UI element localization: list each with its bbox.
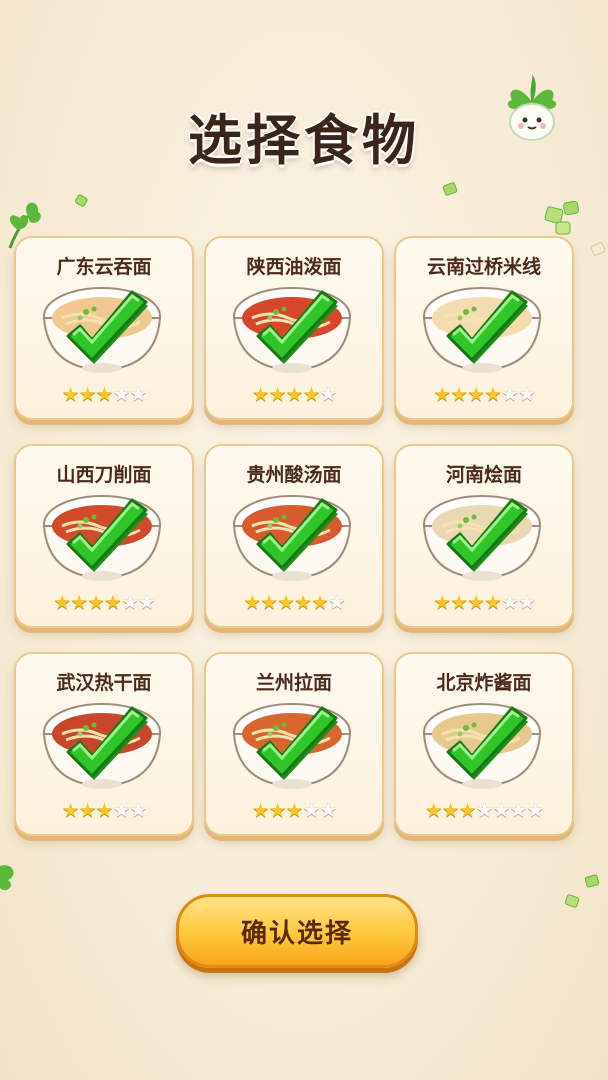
star-filled-icon: ★ xyxy=(95,382,114,406)
noodle-bowl-icon xyxy=(232,495,352,581)
star-filled-icon: ★ xyxy=(302,382,320,406)
noodle-bowl-icon xyxy=(232,287,352,373)
star-filled-icon: ★ xyxy=(260,590,278,614)
food-card[interactable]: 陕西油泼面 ★★★★★ xyxy=(204,236,384,420)
noodle-bowl-icon xyxy=(42,703,162,789)
noodle-bowl-icon xyxy=(422,703,542,789)
food-card[interactable]: 河南烩面 ★★★★★★ xyxy=(394,444,574,628)
star-empty-icon: ★ xyxy=(517,382,536,406)
food-name: 陕西油泼面 xyxy=(246,256,342,278)
star-filled-icon: ★ xyxy=(61,798,80,822)
food-card[interactable]: 兰州拉面 ★★★★★ xyxy=(204,652,384,836)
star-filled-icon: ★ xyxy=(484,590,502,614)
star-filled-icon: ★ xyxy=(268,798,287,822)
star-rating: ★★★★★★★ xyxy=(396,798,572,822)
star-rating: ★★★★★★ xyxy=(396,590,572,614)
food-name: 贵州酸汤面 xyxy=(246,464,342,486)
star-filled-icon: ★ xyxy=(251,798,270,822)
star-filled-icon: ★ xyxy=(467,382,485,406)
star-filled-icon: ★ xyxy=(104,590,122,614)
star-filled-icon: ★ xyxy=(285,798,304,822)
noodle-bowl-icon xyxy=(422,495,542,581)
star-filled-icon: ★ xyxy=(450,590,468,614)
star-rating: ★★★★★ xyxy=(206,382,382,406)
star-empty-icon: ★ xyxy=(327,590,346,614)
star-filled-icon: ★ xyxy=(277,590,295,614)
star-filled-icon: ★ xyxy=(285,382,304,406)
star-empty-icon: ★ xyxy=(517,590,536,614)
star-filled-icon: ★ xyxy=(70,590,88,614)
confirm-button[interactable]: 确认选择 xyxy=(176,894,418,968)
noodle-bowl-icon xyxy=(42,287,162,373)
star-rating: ★★★★★ xyxy=(206,798,382,822)
food-name: 兰州拉面 xyxy=(255,672,332,694)
star-filled-icon: ★ xyxy=(484,382,502,406)
green-onion-bits-icon xyxy=(564,874,600,908)
star-filled-icon: ★ xyxy=(458,798,477,822)
star-empty-icon: ★ xyxy=(112,798,130,822)
food-card[interactable]: 云南过桥米线 ★★★★★★ xyxy=(394,236,574,420)
star-filled-icon: ★ xyxy=(441,798,460,822)
star-filled-icon: ★ xyxy=(424,798,443,822)
food-name: 北京炸酱面 xyxy=(436,672,532,694)
star-empty-icon: ★ xyxy=(500,382,519,406)
star-rating: ★★★★★★ xyxy=(16,590,192,614)
food-name: 河南烩面 xyxy=(445,464,522,486)
star-filled-icon: ★ xyxy=(433,590,451,614)
star-filled-icon: ★ xyxy=(53,590,71,614)
star-empty-icon: ★ xyxy=(112,382,130,406)
food-card[interactable]: 山西刀削面 ★★★★★★ xyxy=(14,444,194,628)
star-empty-icon: ★ xyxy=(492,798,510,822)
star-filled-icon: ★ xyxy=(61,382,80,406)
star-empty-icon: ★ xyxy=(129,798,147,822)
food-card[interactable]: 北京炸酱面 ★★★★★★★ xyxy=(394,652,574,836)
food-name: 云南过桥米线 xyxy=(426,256,541,278)
star-filled-icon: ★ xyxy=(310,590,329,614)
star-filled-icon: ★ xyxy=(268,382,287,406)
star-empty-icon: ★ xyxy=(137,590,156,614)
star-empty-icon: ★ xyxy=(319,382,337,406)
star-filled-icon: ★ xyxy=(450,382,468,406)
star-empty-icon: ★ xyxy=(120,590,139,614)
star-filled-icon: ★ xyxy=(87,590,105,614)
star-empty-icon: ★ xyxy=(129,382,147,406)
star-rating: ★★★★★ xyxy=(16,382,192,406)
star-filled-icon: ★ xyxy=(433,382,451,406)
star-filled-icon: ★ xyxy=(467,590,485,614)
star-empty-icon: ★ xyxy=(302,798,320,822)
star-filled-icon: ★ xyxy=(294,590,312,614)
star-filled-icon: ★ xyxy=(78,798,97,822)
star-rating: ★★★★★★ xyxy=(206,590,382,614)
star-empty-icon: ★ xyxy=(526,798,544,822)
food-card[interactable]: 武汉热干面 ★★★★★ xyxy=(14,652,194,836)
star-filled-icon: ★ xyxy=(251,382,270,406)
star-empty-icon: ★ xyxy=(319,798,337,822)
star-empty-icon: ★ xyxy=(475,798,494,822)
food-name: 山西刀削面 xyxy=(56,464,152,486)
noodle-bowl-icon xyxy=(422,287,542,373)
star-filled-icon: ★ xyxy=(95,798,114,822)
star-rating: ★★★★★ xyxy=(16,798,192,822)
green-onion-bits-icon xyxy=(74,194,88,207)
food-name: 广东云吞面 xyxy=(56,256,152,278)
page-title: 选择食物 xyxy=(188,109,420,172)
food-name: 武汉热干面 xyxy=(56,672,152,694)
noodle-bowl-icon xyxy=(42,495,162,581)
star-filled-icon: ★ xyxy=(78,382,97,406)
noodle-bowl-icon xyxy=(232,703,352,789)
star-empty-icon: ★ xyxy=(509,798,527,822)
star-filled-icon: ★ xyxy=(243,590,261,614)
food-card[interactable]: 贵州酸汤面 ★★★★★★ xyxy=(204,444,384,628)
star-empty-icon: ★ xyxy=(500,590,519,614)
food-card[interactable]: 广东云吞面 ★★★★★ xyxy=(14,236,194,420)
cilantro-leaf-icon xyxy=(0,865,14,891)
star-rating: ★★★★★★ xyxy=(396,382,572,406)
